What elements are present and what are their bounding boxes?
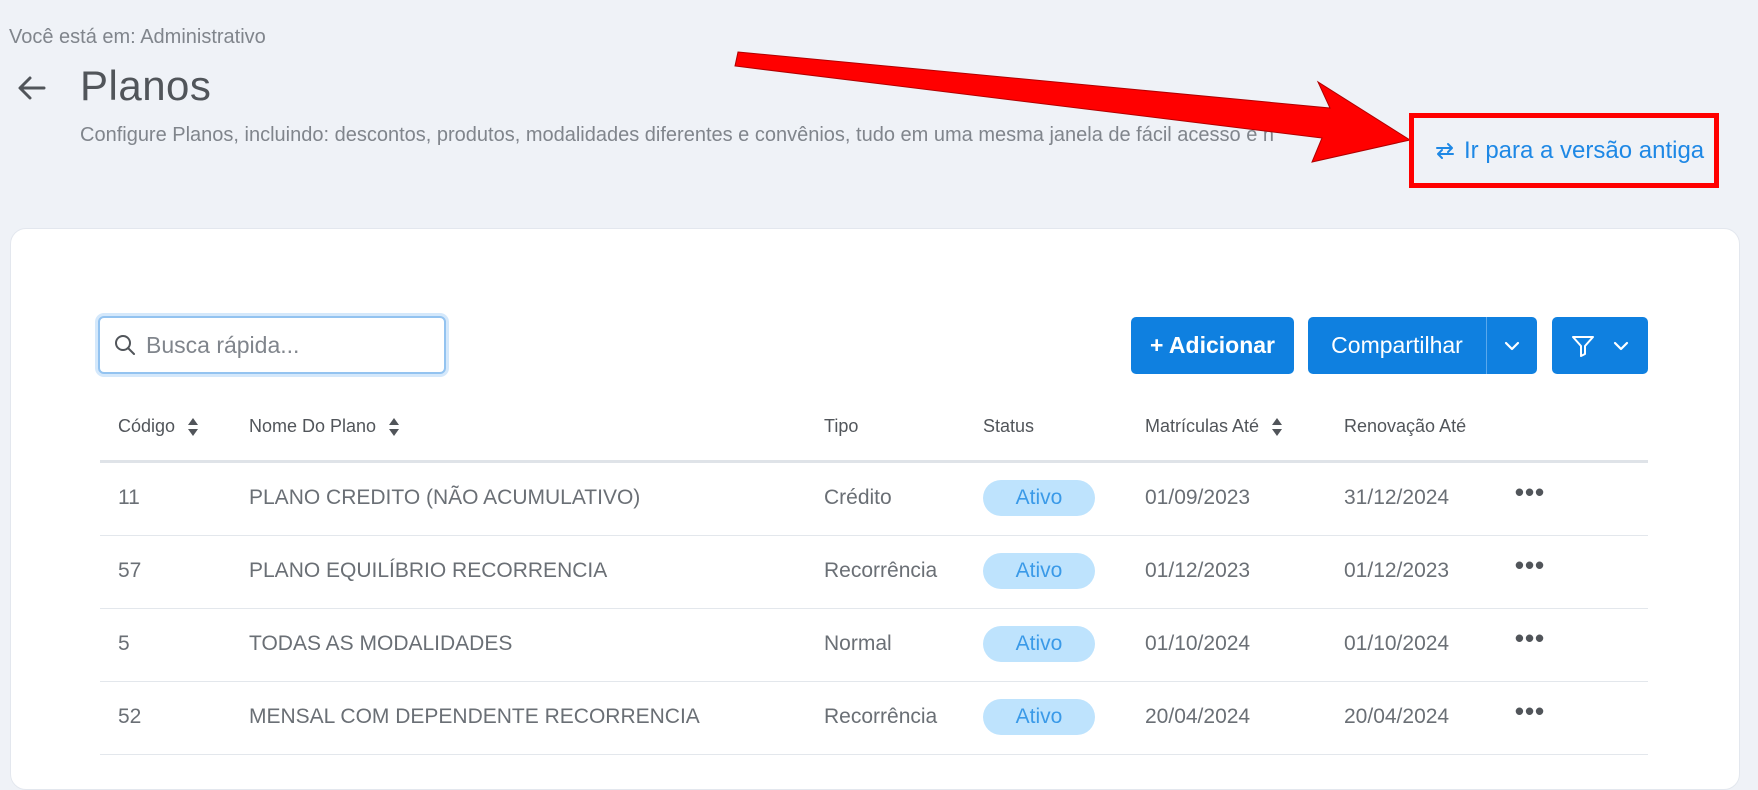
breadcrumb: Você está em: Administrativo <box>9 26 266 48</box>
add-button[interactable]: + Adicionar <box>1131 317 1294 374</box>
header-tipo: Tipo <box>824 416 858 437</box>
filter-icon <box>1572 335 1594 357</box>
sort-icon <box>188 417 199 436</box>
header-label: Renovação Até <box>1344 416 1467 436</box>
cell-codigo: 11 <box>118 486 140 509</box>
search-icon <box>115 335 135 355</box>
header-status: Status <box>983 416 1034 437</box>
plans-table: Código Nome Do Plano Tipo Status Matrícu… <box>100 400 1648 755</box>
status-badge: Ativo <box>983 480 1095 516</box>
header-label: Nome Do Plano <box>249 416 377 436</box>
filter-button[interactable] <box>1552 317 1648 374</box>
cell-nome: PLANO CREDITO (NÃO ACUMULATIVO) <box>249 486 641 509</box>
header-label: Status <box>983 416 1035 436</box>
header-label: Código <box>118 416 176 436</box>
more-horizontal-icon: ••• <box>1514 622 1546 653</box>
cell-nome: TODAS AS MODALIDADES <box>249 632 513 655</box>
status-badge: Ativo <box>983 553 1095 589</box>
search-box[interactable] <box>98 316 446 374</box>
page-title: Planos <box>80 62 212 109</box>
cell-tipo: Recorrência <box>824 705 938 728</box>
cell-renovacao: 31/12/2024 <box>1344 486 1450 509</box>
sort-icon <box>389 417 400 436</box>
arrow-left-icon <box>18 76 46 100</box>
share-button[interactable]: Compartilhar <box>1308 332 1486 359</box>
header-label: Tipo <box>824 416 859 436</box>
header-renovacao: Renovação Até <box>1344 416 1466 437</box>
header-matriculas[interactable]: Matrículas Até <box>1145 416 1283 437</box>
cell-codigo: 52 <box>118 705 142 728</box>
chevron-down-icon <box>1504 341 1520 350</box>
search-input[interactable] <box>144 330 428 360</box>
cell-tipo: Recorrência <box>824 559 938 582</box>
header-codigo[interactable]: Código <box>118 416 199 437</box>
switch-arrows-icon <box>1436 142 1454 159</box>
table-header: Código Nome Do Plano Tipo Status Matrícu… <box>100 400 1648 463</box>
cell-nome: PLANO EQUILÍBRIO RECORRENCIA <box>249 559 608 582</box>
cell-renovacao: 20/04/2024 <box>1344 705 1450 728</box>
old-version-label: Ir para a versão antiga <box>1464 136 1705 164</box>
old-version-link[interactable]: Ir para a versão antiga <box>1409 113 1719 188</box>
header-label: Matrículas Até <box>1145 416 1260 436</box>
cell-matriculas: 20/04/2024 <box>1145 705 1251 728</box>
cell-tipo: Crédito <box>824 486 892 509</box>
share-dropdown-button[interactable] <box>1487 317 1537 374</box>
more-actions-button[interactable]: ••• <box>1510 696 1550 726</box>
more-actions-button[interactable]: ••• <box>1510 623 1550 653</box>
more-horizontal-icon: ••• <box>1514 695 1546 726</box>
cell-codigo: 5 <box>118 632 130 655</box>
table-row[interactable]: 52 MENSAL COM DEPENDENTE RECORRENCIA Rec… <box>100 682 1648 755</box>
cell-tipo: Normal <box>824 632 892 655</box>
sort-icon <box>1272 417 1283 436</box>
chevron-down-icon <box>1613 341 1629 350</box>
more-horizontal-icon: ••• <box>1514 549 1546 580</box>
share-button-group: Compartilhar <box>1308 317 1537 374</box>
cell-nome: MENSAL COM DEPENDENTE RECORRENCIA <box>249 705 700 728</box>
cell-renovacao: 01/12/2023 <box>1344 559 1450 582</box>
cell-matriculas: 01/10/2024 <box>1145 632 1251 655</box>
cell-codigo: 57 <box>118 559 142 582</box>
table-row[interactable]: 57 PLANO EQUILÍBRIO RECORRENCIA Recorrên… <box>100 536 1648 609</box>
more-horizontal-icon: ••• <box>1514 476 1546 507</box>
table-row[interactable]: 5 TODAS AS MODALIDADES Normal Ativo 01/1… <box>100 609 1648 682</box>
back-button[interactable] <box>14 70 50 106</box>
status-badge: Ativo <box>983 626 1095 662</box>
header-nome[interactable]: Nome Do Plano <box>249 416 400 437</box>
status-badge: Ativo <box>983 699 1095 735</box>
table-row[interactable]: 11 PLANO CREDITO (NÃO ACUMULATIVO) Crédi… <box>100 463 1648 536</box>
cell-renovacao: 01/10/2024 <box>1344 632 1450 655</box>
cell-matriculas: 01/09/2023 <box>1145 486 1251 509</box>
cell-matriculas: 01/12/2023 <box>1145 559 1251 582</box>
page-description: Configure Planos, incluindo: descontos, … <box>80 124 1275 146</box>
more-actions-button[interactable]: ••• <box>1510 550 1550 580</box>
more-actions-button[interactable]: ••• <box>1510 477 1550 507</box>
